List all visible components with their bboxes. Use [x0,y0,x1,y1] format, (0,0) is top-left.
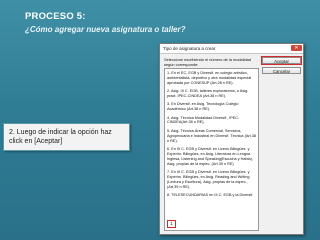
option-item: 1. En el EC, EGB y Diversif. en colegio … [167,71,253,85]
dialog-instruction: Seleccione escribiendo el número de la m… [164,57,251,67]
option-item: 3. En Diversif. en Asig. Tecnología Cole… [167,102,240,112]
option-item: 6. En III C. EGB y Diversif. en Liceos B… [167,146,254,166]
slide-subtitle: ¿Cómo agregar nueva asignatura o taller? [25,25,186,34]
callout-text: 2. Luego de indicar la opción haz click … [9,129,112,145]
close-button[interactable]: ✕ [291,45,302,51]
input-dialog: Tipo de asignatura a crear ✕ Seleccione … [159,43,304,235]
option-item: 2. Asig. III C. EGB, talleres explorator… [167,89,250,99]
close-icon: ✕ [294,45,299,51]
dialog-title: Tipo de asignatura a crear [163,46,216,51]
accept-button[interactable]: Aceptar [261,56,302,65]
dialog-titlebar: Tipo de asignatura a crear ✕ [160,44,303,54]
option-item: 8. TELESECUNDARIAS en III C. EGB y la Di… [167,192,254,197]
option-item: 5. Asig. Técnica Áreas Comercial, Servic… [167,128,258,143]
options-list: 1. En el EC, EGB y Diversif. en colegio … [164,68,259,231]
answer-input[interactable]: 1 [167,220,176,228]
option-item: 7. En III C. EGB y Diversif. en Liceos B… [167,169,251,189]
option-item: 4. Asig. Técnica Modalidad Diversif., IP… [167,115,240,125]
instruction-callout: 2. Luego de indicar la opción haz click … [3,123,130,151]
slide-title: PROCESO 5: [25,11,86,22]
cancel-button[interactable]: Cancelar [262,67,301,74]
